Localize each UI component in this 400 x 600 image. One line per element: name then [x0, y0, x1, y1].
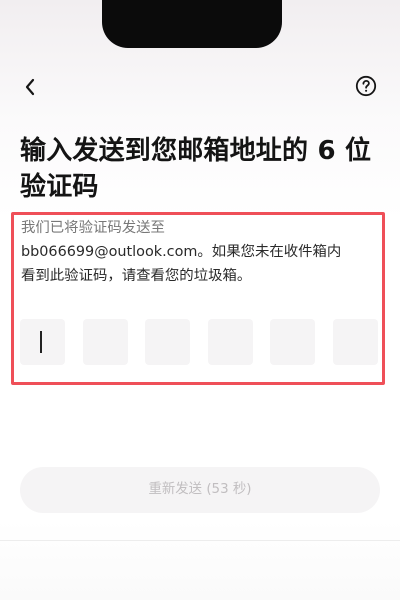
top-notch [102, 0, 282, 48]
text-cursor [40, 331, 42, 353]
code-digit-3[interactable] [145, 319, 190, 365]
help-icon [355, 75, 377, 97]
code-digit-5[interactable] [270, 319, 315, 365]
back-icon [25, 78, 35, 96]
description-line-3: 看到此验证码，请查看您的垃圾箱。 [21, 268, 252, 284]
description-line-1: 我们已将验证码发送至 [21, 220, 165, 236]
verification-screen: 输入发送到您邮箱地址的 6 位验证码 我们已将验证码发送至 bb066699@o… [0, 0, 400, 600]
page-title: 输入发送到您邮箱地址的 6 位验证码 [20, 136, 372, 202]
help-button[interactable] [354, 74, 378, 98]
verification-description: 我们已将验证码发送至 bb066699@outlook.com。如果您未在收件箱… [21, 216, 381, 288]
code-digit-1[interactable] [20, 319, 65, 365]
verification-code-inputs [20, 319, 380, 365]
resend-button[interactable]: 重新发送 (53 秒) [20, 467, 380, 513]
back-button[interactable] [16, 73, 44, 101]
description-line-2: bb066699@outlook.com。如果您未在收件箱内 [21, 244, 342, 260]
bottom-divider [0, 540, 400, 541]
code-digit-2[interactable] [83, 319, 128, 365]
code-digit-4[interactable] [208, 319, 253, 365]
code-digit-6[interactable] [333, 319, 378, 365]
